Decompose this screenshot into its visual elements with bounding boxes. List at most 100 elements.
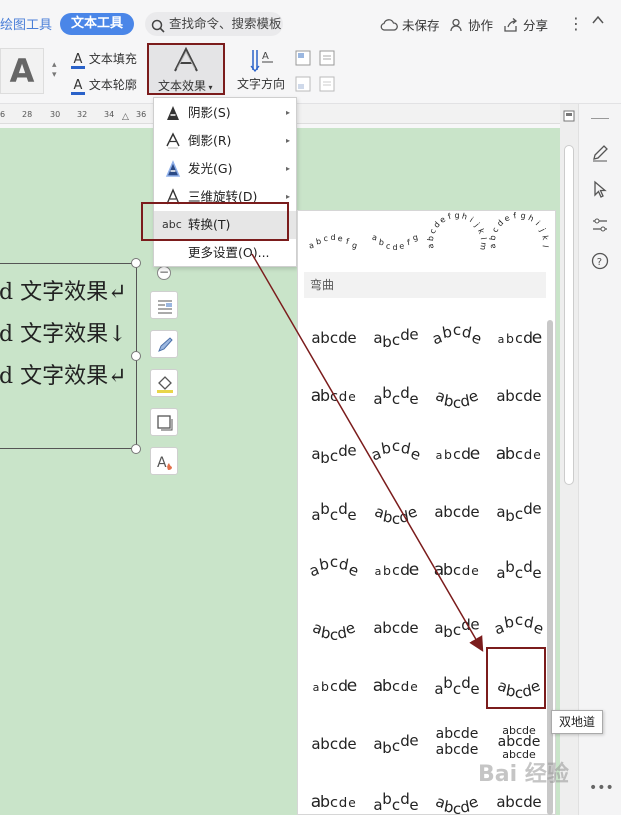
svg-text:k: k	[476, 227, 486, 235]
gallery-transform-option[interactable]: abcde	[311, 441, 356, 466]
resize-handle[interactable]	[131, 258, 141, 268]
svg-text:e: e	[348, 796, 356, 810]
svg-text:a: a	[496, 387, 505, 405]
svg-text:e: e	[438, 215, 447, 225]
align-middle-icon[interactable]	[319, 50, 335, 69]
gallery-transform-option[interactable]: abcde	[434, 560, 479, 580]
gallery-transform-option[interactable]: abcde	[372, 502, 419, 528]
gallery-top-sample[interactable]: abcdefg	[371, 233, 419, 252]
more-dots-icon[interactable]: •••	[589, 780, 614, 796]
gallery-transform-option[interactable]: abcde	[311, 386, 356, 406]
tab-drawing-tools[interactable]: 绘图工具	[0, 14, 52, 33]
svg-text:c: c	[330, 388, 338, 405]
select-cursor-icon[interactable]	[592, 180, 608, 201]
gallery-transform-option[interactable]: abcde	[307, 553, 361, 580]
svg-text:a: a	[311, 445, 320, 463]
ruler-toggle-icon[interactable]	[563, 110, 575, 125]
gallery-transform-option[interactable]: abcde	[498, 328, 543, 348]
gallery-transform-option[interactable]: abcde	[373, 384, 418, 408]
gallery-transform-option[interactable]: abcde	[373, 325, 418, 350]
svg-text:b: b	[380, 439, 393, 458]
gallery-transform-option[interactable]: abcde	[434, 503, 479, 521]
svg-text:m: m	[478, 242, 488, 251]
gallery-transform-option[interactable]: abcde	[311, 329, 356, 347]
help-icon[interactable]: ?	[591, 252, 609, 273]
tab-text-tools[interactable]: 文本工具	[60, 13, 134, 35]
gallery-transform-option[interactable]: abcde	[311, 792, 356, 812]
text-outline-button[interactable]: A 文本轮廓	[71, 76, 137, 95]
layout-options-button[interactable]	[150, 291, 178, 319]
text-effect-button[interactable]: 文本效果 ▾	[147, 43, 225, 95]
gallery-transform-option[interactable]: abcde	[496, 793, 541, 811]
edit-pen-icon[interactable]	[591, 144, 609, 165]
gallery-transform-option[interactable]: abcde	[311, 500, 356, 524]
gallery-transform-option[interactable]: abcde	[369, 437, 423, 464]
gallery-transform-option[interactable]: abcde	[434, 615, 479, 640]
shape-style-button[interactable]	[150, 330, 178, 358]
collapse-ribbon-icon[interactable]	[590, 12, 606, 31]
collapse-circle-icon[interactable]: −	[157, 266, 171, 280]
gallery-transform-option[interactable]: abcde	[373, 619, 418, 637]
gallery-transform-option[interactable]: abcde	[496, 558, 541, 582]
align-top-icon[interactable]	[295, 50, 311, 69]
transform-gallery-grid[interactable]: a b c d e f g a b c d e f g abcde f g h ijklm abcde f g hijkl a…	[297, 210, 556, 815]
svg-text:h: h	[527, 213, 536, 223]
gallery-transform-option[interactable]: abcde	[492, 611, 546, 638]
svg-text:b: b	[320, 329, 330, 347]
svg-text:b: b	[505, 793, 515, 811]
gallery-transform-option[interactable]: abcde	[496, 444, 541, 464]
gallery-transform-option[interactable]: abcde	[434, 674, 479, 698]
gallery-scrollbar[interactable]	[547, 320, 553, 815]
gallery-transform-option[interactable]: abcde	[496, 387, 541, 405]
vertical-scrollbar-thumb[interactable]	[564, 145, 574, 485]
svg-text:b: b	[320, 500, 330, 518]
resize-handle[interactable]	[131, 444, 141, 454]
gallery-transform-option[interactable]: abcde	[375, 560, 420, 580]
svg-text:g: g	[351, 241, 358, 251]
text-direction-button[interactable]: A 文字方向	[237, 48, 285, 92]
more-menu-icon[interactable]: ⋮	[568, 14, 584, 33]
gallery-transform-option[interactable]: abcde	[311, 735, 356, 753]
unsaved-button[interactable]: 未保存	[380, 15, 440, 35]
text-effect-label: 文本效果 ▾	[158, 79, 213, 93]
svg-text:c: c	[515, 387, 523, 405]
menu-item-more-settings[interactable]: 更多设置(O)...	[154, 239, 296, 267]
gallery-transform-option[interactable]: abcde	[373, 676, 418, 696]
gallery-transform-option[interactable]: abcde	[433, 792, 480, 815]
gallery-top-sample[interactable]: abcde f g h ijklm	[426, 211, 488, 251]
shape-outline-button[interactable]	[150, 408, 178, 436]
text-effect-quick-button[interactable]: A	[150, 447, 178, 475]
gallery-transform-option[interactable]: abcdeabcde	[436, 726, 479, 758]
gallery-transform-option[interactable]: abcde	[496, 499, 541, 524]
gallery-top-sample[interactable]: abcdefg	[308, 233, 358, 251]
svg-text:b: b	[506, 331, 514, 346]
svg-text:b: b	[505, 444, 515, 463]
align-bottom-icon[interactable]	[295, 76, 311, 95]
resize-handle[interactable]	[131, 351, 141, 361]
collaborate-button[interactable]: 协作	[450, 15, 493, 35]
gallery-transform-option[interactable]: abcde	[313, 676, 358, 696]
text-fill-button[interactable]: A 文本填充	[71, 50, 137, 69]
gallery-transform-option[interactable]: abcde	[373, 790, 418, 814]
gallery-transform-option[interactable]: abcde	[373, 731, 418, 756]
text-style-preview[interactable]: A	[0, 48, 44, 94]
align-justify-icon[interactable]	[319, 76, 335, 95]
share-button[interactable]: 分享	[503, 15, 548, 35]
gallery-transform-option[interactable]: abcde	[310, 618, 357, 644]
gallery-transform-option[interactable]: abcde	[436, 444, 481, 464]
menu-item-shadow[interactable]: 阴影(S) ▸	[154, 99, 296, 127]
menu-item-reflection[interactable]: 倒影(R) ▸	[154, 127, 296, 155]
text-box[interactable]: d 文字效果↵ d 文字效果↓ d 文字效果↵	[0, 263, 137, 449]
style-scroll-icon[interactable]: ▴ ▾	[52, 60, 57, 80]
gallery-transform-option[interactable]: abcde	[433, 386, 480, 412]
shape-fill-button[interactable]	[150, 369, 178, 397]
svg-text:b: b	[505, 507, 515, 525]
search-input[interactable]: 查找命令、搜索模板	[145, 12, 283, 36]
svg-text:i: i	[534, 219, 542, 227]
ruler-indent-marker[interactable]: △	[122, 112, 129, 122]
adjust-sliders-icon[interactable]	[591, 216, 609, 237]
menu-item-glow[interactable]: 发光(G) ▸	[154, 155, 296, 183]
svg-text:d: d	[495, 218, 505, 228]
gallery-top-sample[interactable]: abcde f g hijkl	[488, 211, 550, 249]
gallery-transform-option[interactable]: abcde	[430, 321, 484, 348]
